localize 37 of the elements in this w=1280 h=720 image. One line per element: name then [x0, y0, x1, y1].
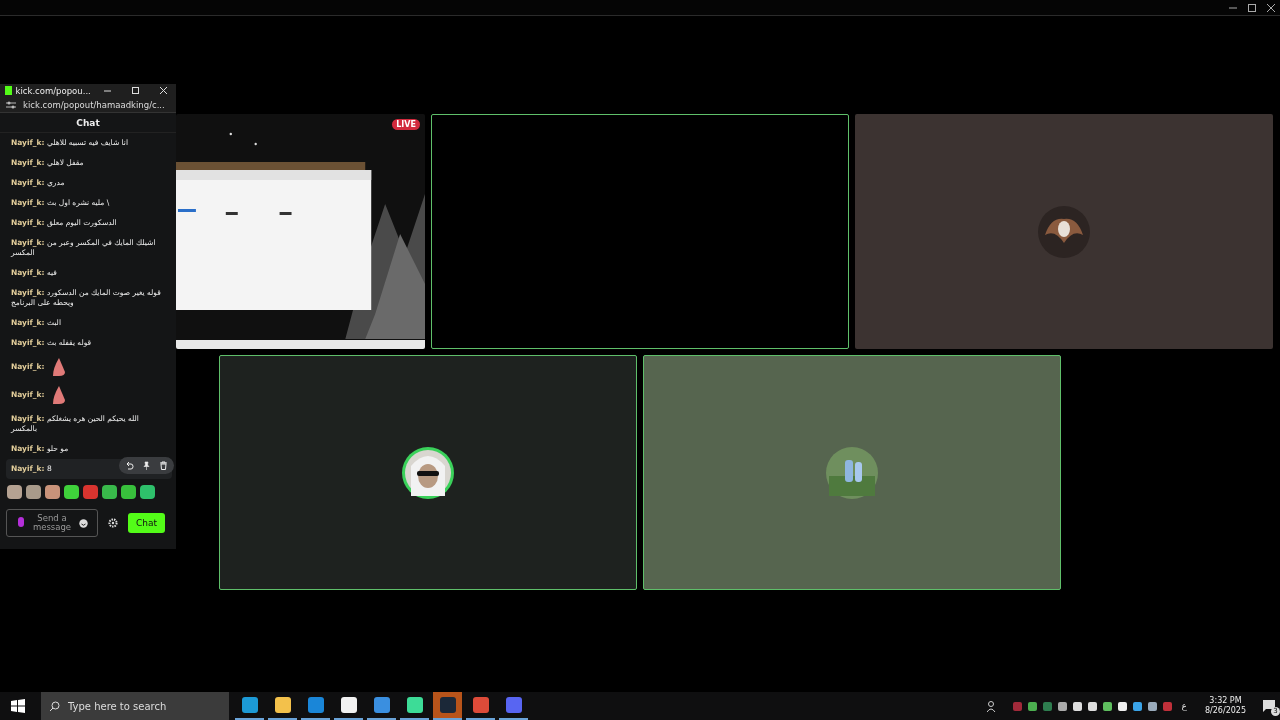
microphone-icon[interactable] — [17, 517, 25, 529]
site-settings-icon[interactable] — [6, 100, 16, 109]
live-badge: LIVE — [392, 119, 420, 130]
delete-icon[interactable] — [157, 459, 170, 472]
window-title: kick.com/popou... — [15, 85, 91, 96]
settings-icon[interactable] — [108, 518, 118, 528]
video-tile[interactable] — [219, 355, 637, 590]
video-tile[interactable] — [855, 114, 1273, 349]
search-field[interactable]: Type here to search — [41, 692, 229, 720]
chat-button[interactable]: Chat — [128, 513, 166, 533]
search-icon — [49, 700, 60, 712]
emote-icon — [52, 358, 65, 376]
emote-icon[interactable] — [121, 485, 136, 499]
emote-icon[interactable] — [26, 485, 41, 499]
avatar-icon — [401, 445, 455, 500]
notification-icon[interactable] — [1263, 700, 1275, 712]
emote-icon[interactable] — [7, 485, 22, 499]
avatar-icon — [825, 445, 879, 500]
emote-icon[interactable] — [64, 485, 79, 499]
avatar-icon — [1037, 204, 1091, 259]
emote-icon[interactable] — [140, 485, 155, 499]
video-tile[interactable] — [431, 114, 849, 349]
emote-icon[interactable] — [102, 485, 117, 499]
clock-time: 3:32 PM — [1209, 696, 1242, 706]
pin-icon[interactable] — [140, 459, 153, 472]
chat-header: Chat — [75, 117, 101, 130]
site-icon — [5, 86, 12, 96]
language-indicator[interactable]: ع — [1181, 701, 1187, 711]
windows-start-icon[interactable] — [11, 699, 25, 713]
video-tile[interactable] — [643, 355, 1061, 590]
clock-date: 8/26/2025 — [1204, 706, 1246, 716]
emoji-icon[interactable] — [79, 518, 88, 528]
emote-icon[interactable] — [45, 485, 60, 499]
taskbar-app[interactable] — [433, 692, 462, 720]
message-input[interactable]: Send a message — [6, 509, 98, 537]
emote-icon[interactable] — [83, 485, 98, 499]
emote-icon — [52, 386, 65, 404]
